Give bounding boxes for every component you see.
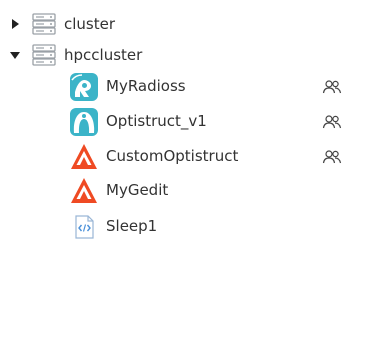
app-item-customoptistruct[interactable]: CustomOptistruct — [0, 141, 366, 171]
app-item-label: MyGedit — [106, 181, 169, 199]
shared-users-icon — [322, 149, 342, 165]
server-icon — [32, 44, 56, 66]
app-tree: cluster hpccluster MyRadioss Optistruct_… — [0, 0, 366, 340]
tree-node-cluster[interactable]: cluster — [0, 9, 366, 39]
tree-node-hpccluster[interactable]: hpccluster — [0, 40, 366, 70]
caret-right-icon[interactable] — [8, 17, 22, 31]
app-item-myradioss[interactable]: MyRadioss — [0, 71, 366, 101]
app-item-optistruct-v1[interactable]: Optistruct_v1 — [0, 106, 366, 136]
app-item-sleep1[interactable]: Sleep1 — [0, 211, 366, 241]
app-item-label: MyRadioss — [106, 77, 186, 95]
optistruct-icon — [69, 107, 99, 137]
script-icon — [69, 212, 99, 242]
altair-logo-icon — [69, 142, 99, 172]
shared-users-icon — [322, 114, 342, 130]
altair-logo-icon — [69, 176, 99, 206]
server-icon — [32, 13, 56, 35]
app-item-label: CustomOptistruct — [106, 147, 239, 165]
app-item-label: Sleep1 — [106, 217, 158, 235]
app-item-label: Optistruct_v1 — [106, 112, 207, 130]
tree-node-label: hpccluster — [64, 46, 143, 64]
shared-users-icon — [322, 79, 342, 95]
tree-node-label: cluster — [64, 15, 116, 33]
app-item-mygedit[interactable]: MyGedit — [0, 175, 366, 205]
caret-down-icon[interactable] — [8, 48, 22, 62]
radioss-icon — [69, 72, 99, 102]
